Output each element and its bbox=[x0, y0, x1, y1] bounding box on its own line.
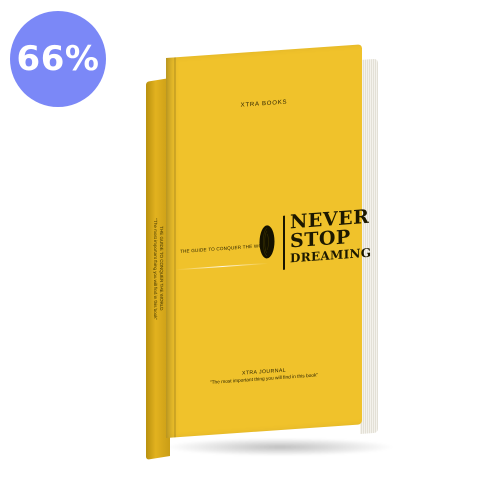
discount-badge-text: 66% bbox=[16, 39, 100, 79]
book-cover: XTRA BOOKS THE GUIDE TO CONQUER THE WORL… bbox=[166, 44, 372, 439]
spine-text: THE GUIDE TO CONQUER THE WORLD "The most… bbox=[152, 143, 164, 395]
book-shadow bbox=[165, 438, 395, 456]
publisher-name: XTRA BOOKS bbox=[240, 99, 288, 109]
spine-tagline: THE GUIDE TO CONQUER THE WORLD bbox=[159, 225, 164, 311]
spine-quote: "The most important thing you will find … bbox=[153, 218, 158, 321]
book-title: NEVER STOP DREAMING bbox=[290, 206, 372, 266]
product-image: 66% THE GUIDE TO CONQUER THE WORLD "The … bbox=[0, 0, 500, 500]
book-title-line3: DREAMING bbox=[290, 245, 372, 266]
discount-badge: 66% bbox=[10, 11, 106, 107]
title-divider bbox=[283, 215, 285, 270]
thumbprint-icon bbox=[259, 225, 275, 259]
tagline-underline bbox=[176, 262, 268, 271]
